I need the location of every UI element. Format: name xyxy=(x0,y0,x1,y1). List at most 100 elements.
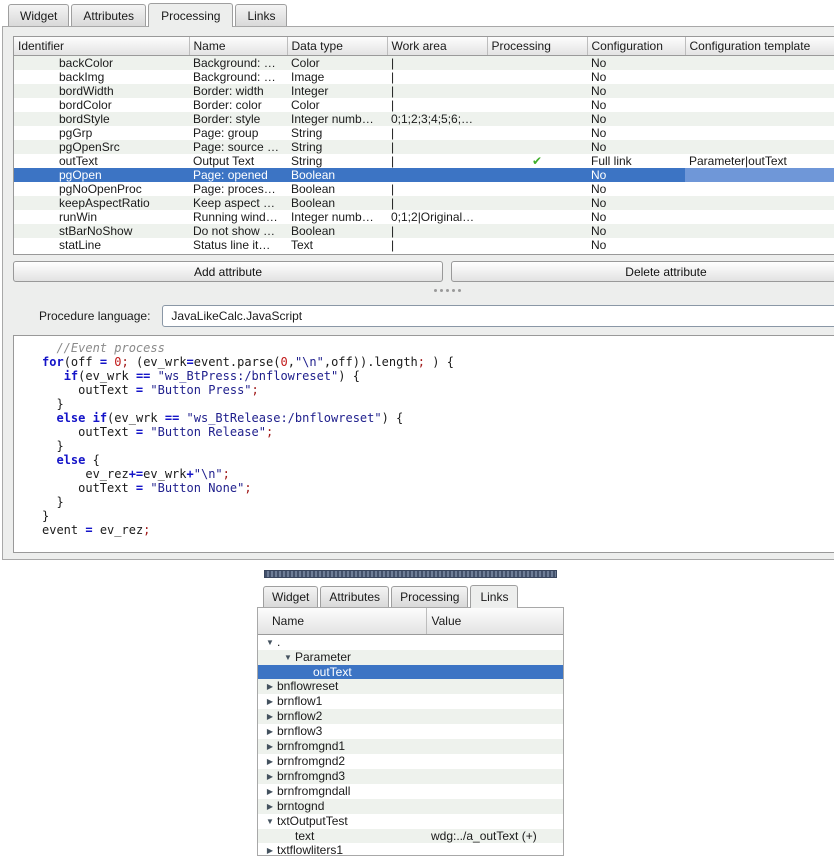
attr-cell[interactable] xyxy=(487,140,587,154)
attr-row-backColor[interactable]: backColorBackground: …Color|No xyxy=(14,56,834,71)
link-value-cell[interactable] xyxy=(426,634,563,650)
main-tab-widget[interactable]: Widget xyxy=(8,4,69,26)
collapsed-arrow-icon[interactable]: ▶ xyxy=(263,710,277,724)
attr-cell[interactable]: Page: opened xyxy=(189,168,287,182)
attr-cell[interactable]: pgOpen xyxy=(14,168,189,182)
link-row-brnflow2[interactable]: ▶brnflow2 xyxy=(258,709,563,724)
link-name-cell[interactable]: outText xyxy=(258,665,426,679)
attr-cell[interactable]: Border: style xyxy=(189,112,287,126)
splitter-handle[interactable] xyxy=(13,286,834,295)
column-header-identifier[interactable]: Identifier xyxy=(14,37,189,56)
attr-cell[interactable]: Image xyxy=(287,70,387,84)
link-row-brnfromgnd1[interactable]: ▶brnfromgnd1 xyxy=(258,739,563,754)
links-tab-attributes[interactable]: Attributes xyxy=(320,586,389,607)
attr-cell[interactable]: pgGrp xyxy=(14,126,189,140)
attr-cell[interactable]: | xyxy=(387,140,487,154)
link-value-cell[interactable] xyxy=(426,784,563,799)
collapsed-arrow-icon[interactable]: ▶ xyxy=(263,800,277,814)
attr-cell[interactable]: Boolean xyxy=(287,196,387,210)
column-header-processing[interactable]: Processing xyxy=(487,37,587,56)
attr-cell[interactable] xyxy=(685,98,834,112)
attr-cell[interactable]: No xyxy=(587,112,685,126)
attr-cell[interactable]: No xyxy=(587,168,685,182)
attr-row-bordColor[interactable]: bordColorBorder: colorColor|No xyxy=(14,98,834,112)
attr-cell[interactable] xyxy=(685,210,834,224)
attr-cell[interactable]: Page: source … xyxy=(189,140,287,154)
attr-cell[interactable]: Border: color xyxy=(189,98,287,112)
attr-cell[interactable] xyxy=(487,112,587,126)
expanded-arrow-icon[interactable]: ▼ xyxy=(263,636,277,650)
attr-cell[interactable]: pgNoOpenProc xyxy=(14,182,189,196)
link-value-cell[interactable] xyxy=(426,679,563,694)
attr-cell[interactable]: Integer xyxy=(287,84,387,98)
procedure-code-editor[interactable]: //Event processfor(off = 0; (ev_wrk=even… xyxy=(13,335,834,553)
link-value-cell[interactable] xyxy=(426,665,563,679)
collapsed-arrow-icon[interactable]: ▶ xyxy=(263,740,277,754)
collapsed-arrow-icon[interactable]: ▶ xyxy=(263,695,277,709)
attr-cell[interactable]: 0;1;2;3;4;5;6;… xyxy=(387,112,487,126)
attr-cell[interactable]: String xyxy=(287,126,387,140)
expanded-arrow-icon[interactable]: ▼ xyxy=(281,651,295,665)
attr-cell[interactable]: No xyxy=(587,126,685,140)
attr-cell[interactable]: Running wind… xyxy=(189,210,287,224)
link-name-cell[interactable]: ▶brntognd xyxy=(258,799,426,814)
attr-cell[interactable] xyxy=(685,126,834,140)
attr-cell[interactable]: | xyxy=(387,154,487,168)
attr-cell[interactable] xyxy=(487,210,587,224)
attr-cell[interactable] xyxy=(685,56,834,71)
attr-row-outText[interactable]: outTextOutput TextString|✔Full linkParam… xyxy=(14,154,834,168)
link-name-cell[interactable]: ▼txtOutputTest xyxy=(258,814,426,829)
attr-cell[interactable]: Keep aspect … xyxy=(189,196,287,210)
attr-cell[interactable] xyxy=(387,168,487,182)
link-row-brnflow3[interactable]: ▶brnflow3 xyxy=(258,724,563,739)
main-tab-processing[interactable]: Processing xyxy=(148,3,233,27)
attr-cell[interactable]: Boolean xyxy=(287,182,387,196)
link-row-txtoutputtest[interactable]: ▼txtOutputTest xyxy=(258,814,563,829)
attr-cell[interactable] xyxy=(487,238,587,252)
attr-row-keepAspectRatio[interactable]: keepAspectRatioKeep aspect …Boolean|No xyxy=(14,196,834,210)
attr-cell[interactable]: No xyxy=(587,196,685,210)
attr-cell[interactable] xyxy=(685,84,834,98)
attr-cell[interactable] xyxy=(487,224,587,238)
attr-cell[interactable]: Status line it… xyxy=(189,238,287,252)
link-name-cell[interactable]: ▶brnfromgnd2 xyxy=(258,754,426,769)
attr-cell[interactable]: No xyxy=(587,70,685,84)
column-header-configuration-template[interactable]: Configuration template xyxy=(685,37,834,56)
attr-cell[interactable]: | xyxy=(387,56,487,71)
collapsed-arrow-icon[interactable]: ▶ xyxy=(263,725,277,739)
attr-cell[interactable] xyxy=(487,182,587,196)
link-value-cell[interactable] xyxy=(426,694,563,709)
main-tab-links[interactable]: Links xyxy=(235,4,287,26)
attr-cell[interactable] xyxy=(685,224,834,238)
link-value-cell[interactable] xyxy=(426,814,563,829)
attr-cell[interactable]: backImg xyxy=(14,70,189,84)
link-name-cell[interactable]: ▶brnfromgndall xyxy=(258,784,426,799)
attr-cell[interactable]: Color xyxy=(287,98,387,112)
collapsed-arrow-icon[interactable]: ▶ xyxy=(263,785,277,799)
attr-cell[interactable]: No xyxy=(587,238,685,252)
attr-cell[interactable]: Color xyxy=(287,56,387,71)
attr-cell[interactable]: Integer numb… xyxy=(287,210,387,224)
collapsed-arrow-icon[interactable]: ▶ xyxy=(263,844,277,856)
attr-cell[interactable]: Parameter|outText xyxy=(685,154,834,168)
attr-cell[interactable] xyxy=(487,56,587,71)
attr-cell[interactable]: Full link xyxy=(587,154,685,168)
link-name-cell[interactable]: ▶bnflowreset xyxy=(258,679,426,694)
attr-cell[interactable]: | xyxy=(387,70,487,84)
delete-attribute-button[interactable]: Delete attribute xyxy=(451,261,834,282)
attr-cell[interactable]: ✔ xyxy=(487,154,587,168)
link-value-cell[interactable] xyxy=(426,724,563,739)
attr-cell[interactable]: No xyxy=(587,182,685,196)
link-row-brnfromgnd3[interactable]: ▶brnfromgnd3 xyxy=(258,769,563,784)
add-attribute-button[interactable]: Add attribute xyxy=(13,261,443,282)
link-value-cell[interactable] xyxy=(426,754,563,769)
column-header-data-type[interactable]: Data type xyxy=(287,37,387,56)
link-value-cell[interactable] xyxy=(426,843,563,856)
column-header-name[interactable]: Name xyxy=(189,37,287,56)
link-name-cell[interactable]: ▶brnflow1 xyxy=(258,694,426,709)
collapsed-arrow-icon[interactable]: ▶ xyxy=(263,680,277,694)
link-row-outtext[interactable]: outText xyxy=(258,665,563,679)
attr-cell[interactable]: No xyxy=(587,84,685,98)
link-name-cell[interactable]: ▶brnflow2 xyxy=(258,709,426,724)
attr-cell[interactable]: | xyxy=(387,196,487,210)
